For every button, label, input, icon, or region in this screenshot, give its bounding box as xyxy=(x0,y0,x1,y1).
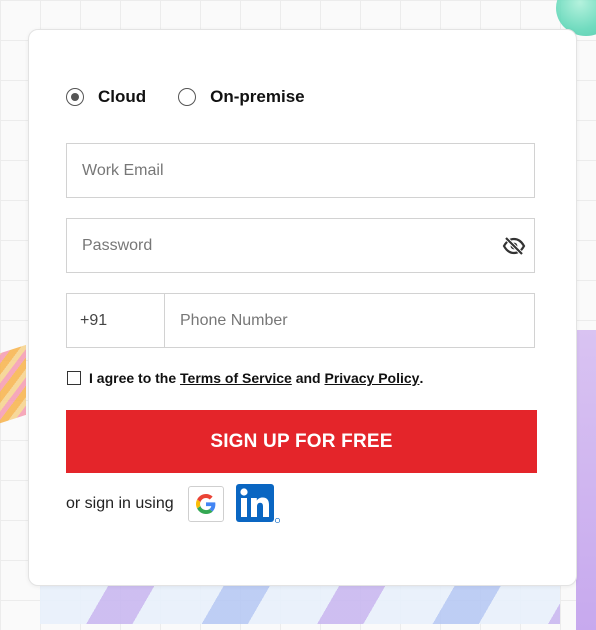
signup-card: Cloud On-premise +91 I agree to the Term… xyxy=(28,29,577,586)
sign-up-button[interactable]: SIGN UP FOR FREE xyxy=(66,410,537,473)
radio-selected-dot xyxy=(71,93,79,101)
work-email-field xyxy=(66,143,535,198)
work-email-input[interactable] xyxy=(67,144,534,197)
social-signin-row: or sign in using xyxy=(66,484,280,524)
agree-joiner-text: and xyxy=(295,370,321,386)
linkedin-signin-button[interactable] xyxy=(235,484,280,524)
country-code-selector[interactable]: +91 xyxy=(66,293,165,348)
google-signin-button[interactable] xyxy=(187,486,224,522)
decorative-shape-left xyxy=(0,344,26,430)
radio-cloud[interactable]: Cloud xyxy=(66,87,146,107)
agree-terms-checkbox[interactable] xyxy=(67,371,81,385)
privacy-policy-link[interactable]: Privacy Policy xyxy=(325,370,420,386)
password-field xyxy=(66,218,535,273)
radio-on-premise-label: On-premise xyxy=(210,87,305,106)
phone-number-input[interactable] xyxy=(165,294,534,347)
deployment-radio-group: Cloud On-premise xyxy=(66,87,337,107)
radio-on-premise[interactable]: On-premise xyxy=(178,87,305,107)
terms-of-service-link[interactable]: Terms of Service xyxy=(180,370,292,386)
agree-prefix-text: I agree to the xyxy=(89,370,177,386)
agree-terms-row: I agree to the Terms of Service and Priv… xyxy=(67,370,423,386)
eye-slash-icon[interactable] xyxy=(502,236,526,256)
google-icon xyxy=(195,494,215,514)
password-input[interactable] xyxy=(67,219,534,272)
agree-suffix-text: . xyxy=(419,370,424,386)
decorative-shape-bottom xyxy=(40,584,560,624)
phone-row: +91 xyxy=(66,293,535,348)
phone-number-field xyxy=(165,293,535,348)
radio-on-premise-circle[interactable] xyxy=(178,88,197,106)
radio-cloud-circle[interactable] xyxy=(66,88,84,106)
social-signin-label: or sign in using xyxy=(66,495,174,512)
radio-cloud-label: Cloud xyxy=(98,87,147,106)
decorative-shape-right xyxy=(576,330,596,630)
linkedin-icon xyxy=(235,484,280,524)
